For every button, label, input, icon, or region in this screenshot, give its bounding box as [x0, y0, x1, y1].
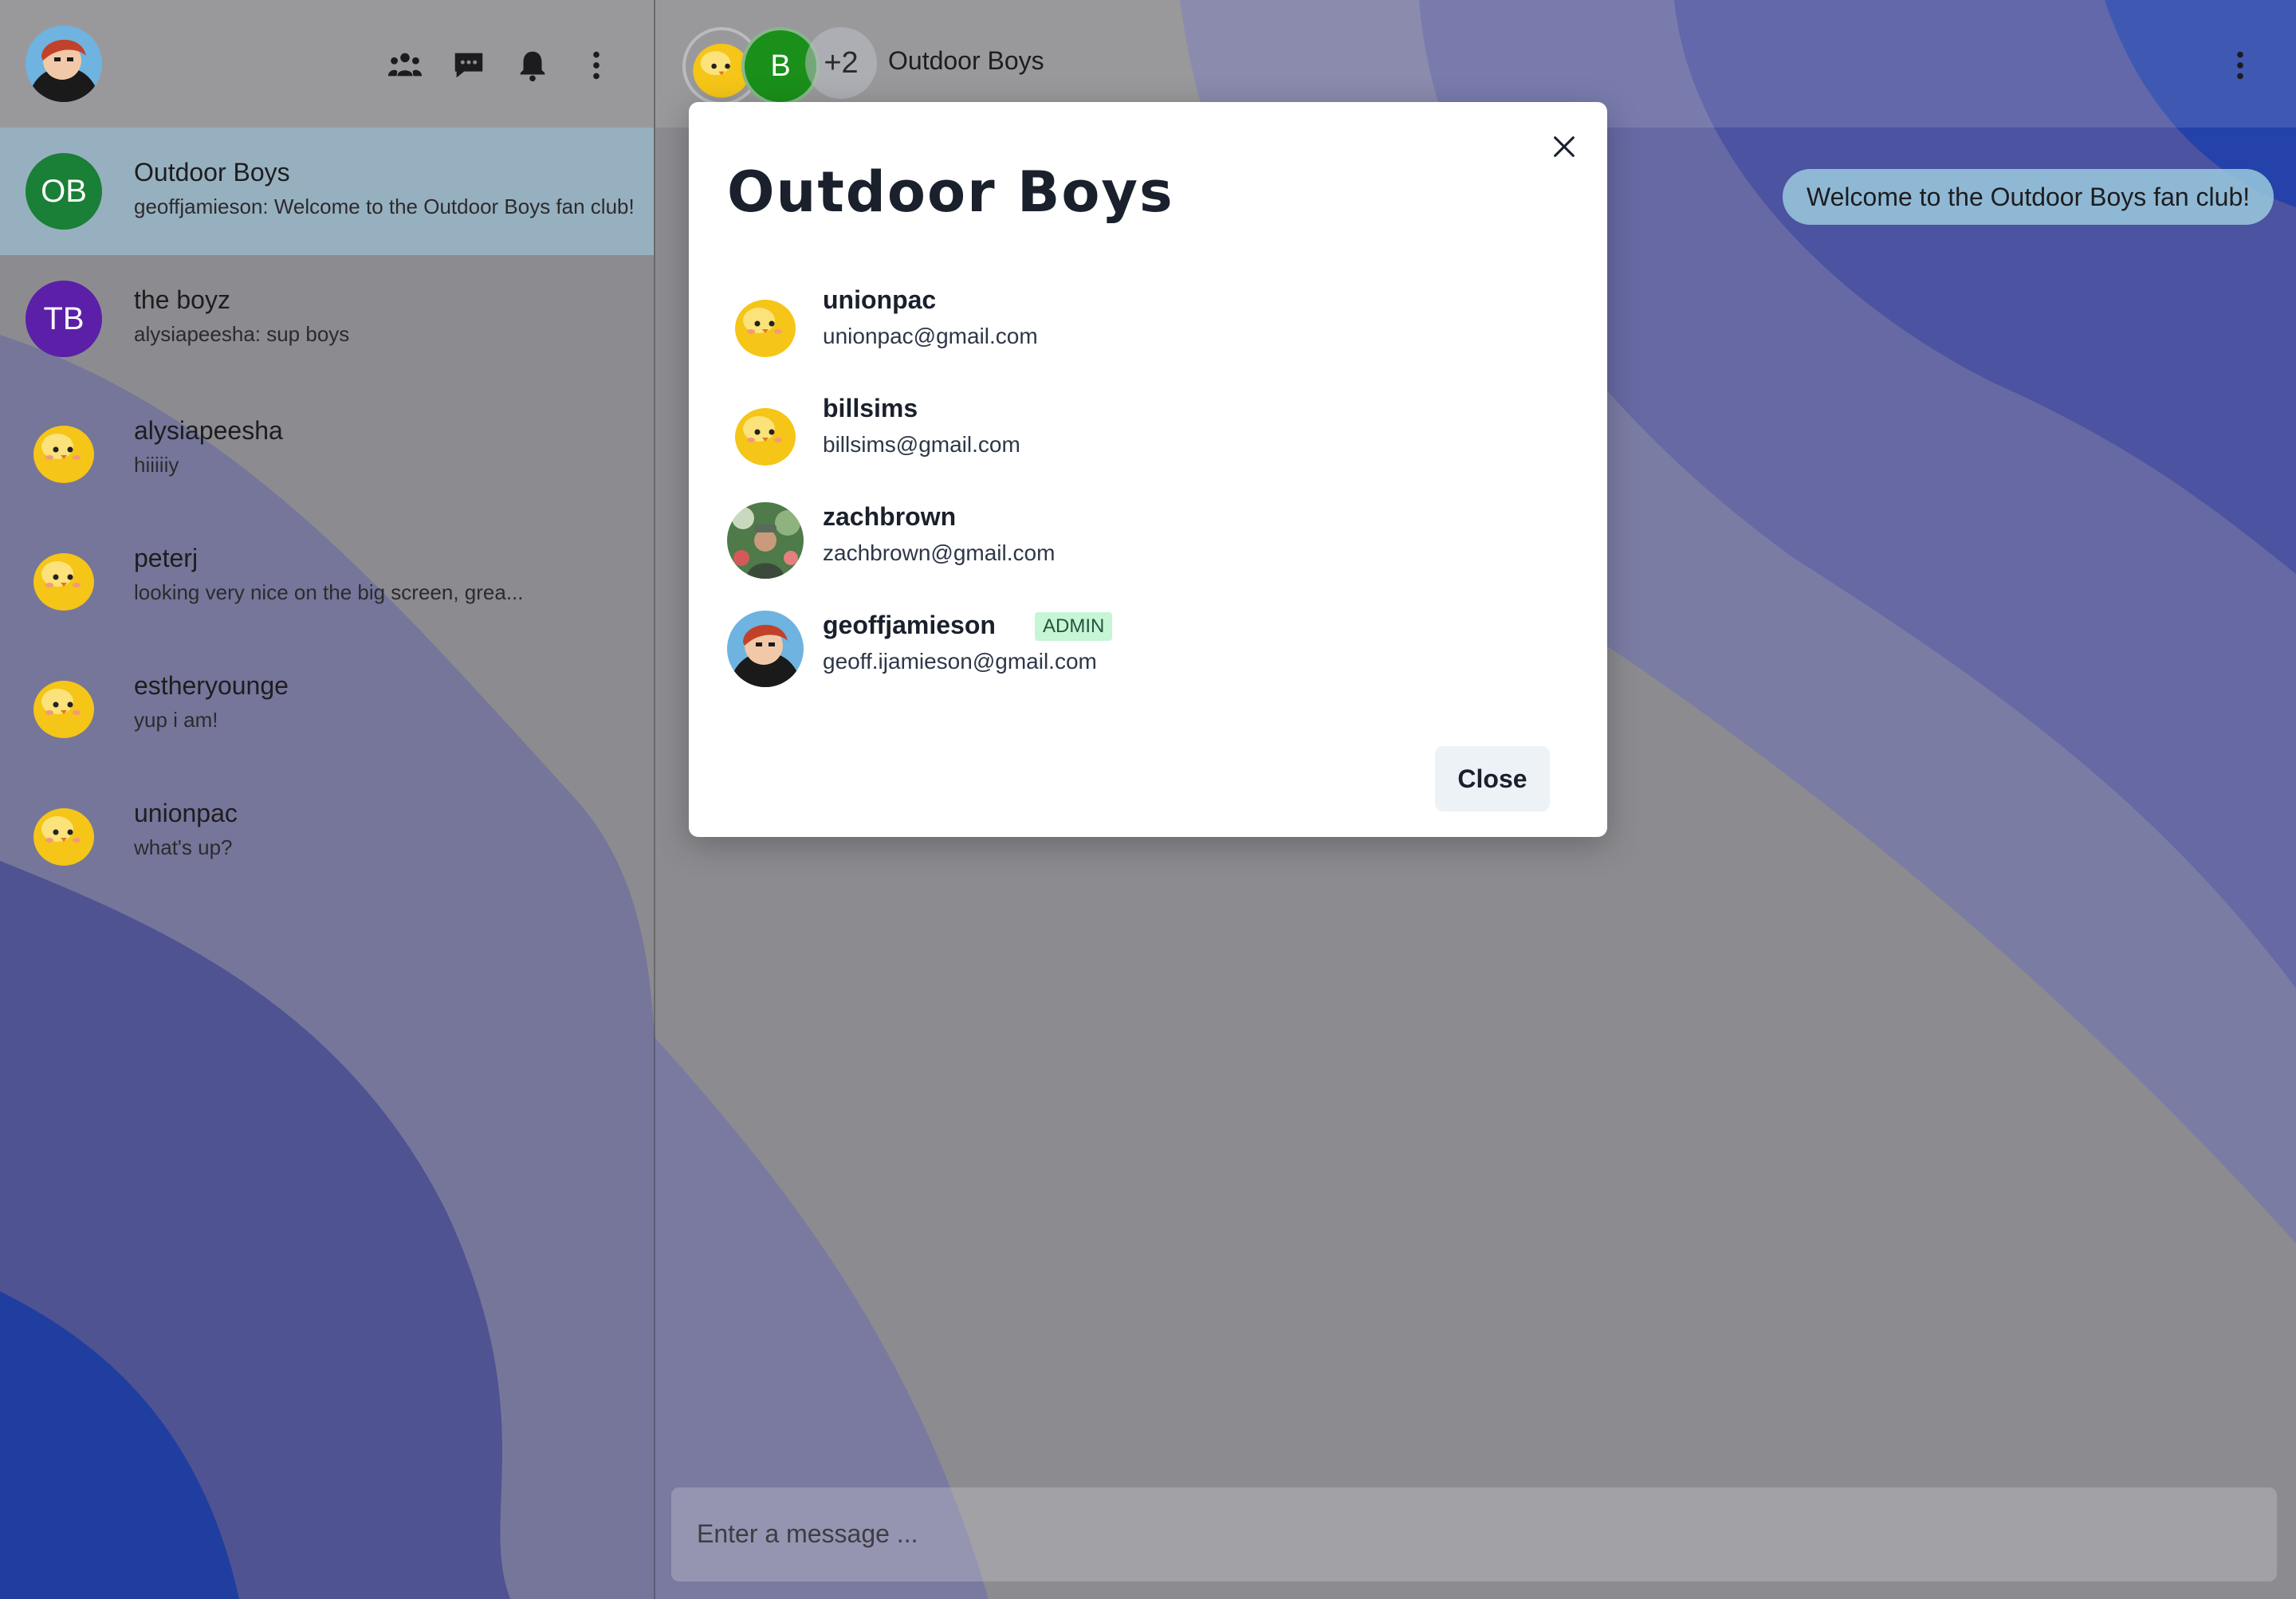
member-email: geoff.ijamieson@gmail.com — [823, 649, 1097, 674]
chick-avatar — [727, 394, 804, 470]
member-username: geoffjamieson — [823, 611, 996, 639]
photo-avatar — [727, 502, 804, 579]
member-row: unionpac unionpac@gmail.com — [727, 279, 1572, 367]
member-username: zachbrown — [823, 502, 957, 531]
close-icon[interactable] — [1540, 123, 1588, 171]
chick-avatar — [727, 285, 804, 362]
group-members-modal: Outdoor Boys unionpac unionpac@gmail.com… — [689, 102, 1607, 837]
member-row: billsims billsims@gmail.com — [727, 387, 1572, 475]
admin-badge: ADMIN — [1035, 612, 1113, 641]
cartoon-avatar — [727, 611, 804, 687]
member-email: unionpac@gmail.com — [823, 324, 1038, 348]
member-email: billsims@gmail.com — [823, 432, 1020, 457]
member-row: zachbrown zachbrown@gmail.com — [727, 496, 1572, 583]
member-email: zachbrown@gmail.com — [823, 540, 1056, 565]
member-row: geoffjamieson ADMIN geoff.ijamieson@gmai… — [727, 604, 1572, 692]
close-button[interactable]: Close — [1435, 746, 1550, 811]
modal-title: Outdoor Boys — [727, 159, 1174, 225]
member-username: billsims — [823, 394, 918, 422]
member-username: unionpac — [823, 285, 937, 314]
